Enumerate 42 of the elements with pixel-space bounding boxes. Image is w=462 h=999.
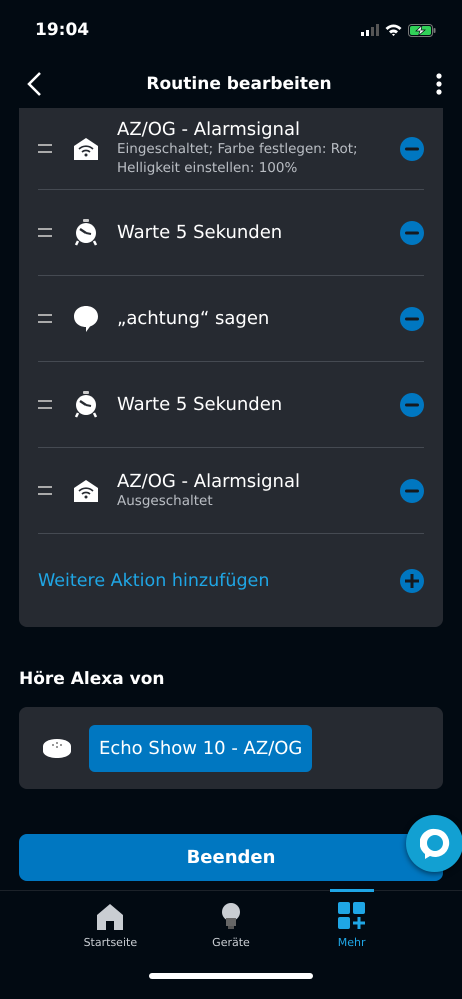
battery-icon — [408, 24, 436, 36]
drag-handle-icon[interactable] — [38, 400, 52, 409]
drag-handle-icon[interactable] — [38, 228, 52, 237]
action-title: Warte 5 Sekunden — [117, 222, 284, 243]
echo-speaker-icon — [43, 738, 71, 758]
action-detail: Ausgeschaltet — [117, 492, 214, 510]
action-title: „achtung“ sagen — [117, 308, 270, 329]
remove-icon[interactable] — [400, 136, 424, 160]
apps-grid-icon — [338, 902, 366, 930]
section-heading: Höre Alexa von — [19, 669, 166, 689]
remove-icon[interactable] — [400, 392, 424, 416]
add-icon[interactable] — [400, 568, 424, 592]
drag-handle-icon[interactable] — [38, 486, 52, 495]
tab[interactable]: Mehr — [330, 889, 374, 950]
wifi-icon — [385, 24, 402, 36]
remove-icon[interactable] — [400, 220, 424, 244]
light-bulb-icon — [222, 903, 240, 930]
action-detail: Eingeschaltet; Farbe festlegen: Rot; Helligkeit einstellen: 100% — [117, 140, 359, 178]
alarm-clock-icon — [74, 390, 98, 418]
alexa-button[interactable] — [406, 815, 462, 872]
action-title: AZ/OG - Alarmsignal — [117, 119, 301, 140]
tab[interactable]: Geräte — [208, 889, 253, 950]
alarm-clock-icon — [74, 218, 98, 246]
finish-button[interactable]: Beenden — [19, 834, 443, 881]
drag-handle-icon[interactable] — [38, 144, 52, 153]
speech-ring-icon — [420, 828, 450, 860]
status-time: 19:04 — [35, 20, 90, 40]
speech-bubble-icon — [74, 306, 98, 332]
drag-handle-icon[interactable] — [38, 314, 52, 323]
add-action-link[interactable]: Weitere Aktion hinzufügen — [38, 570, 270, 590]
action-title: AZ/OG - Alarmsignal — [117, 470, 301, 492]
more-options-button[interactable] — [436, 73, 442, 95]
remove-icon[interactable] — [400, 478, 424, 502]
remove-icon[interactable] — [400, 306, 424, 330]
action-title: Warte 5 Sekunden — [117, 394, 284, 415]
smart-home-icon — [74, 136, 98, 160]
page-title: Routine bearbeiten — [146, 74, 332, 94]
home-icon — [97, 904, 124, 930]
device-chip[interactable]: Echo Show 10 - AZ/OG — [89, 724, 312, 772]
signal-icon — [361, 24, 379, 36]
back-button[interactable] — [26, 71, 42, 97]
smart-home-icon — [74, 478, 98, 502]
